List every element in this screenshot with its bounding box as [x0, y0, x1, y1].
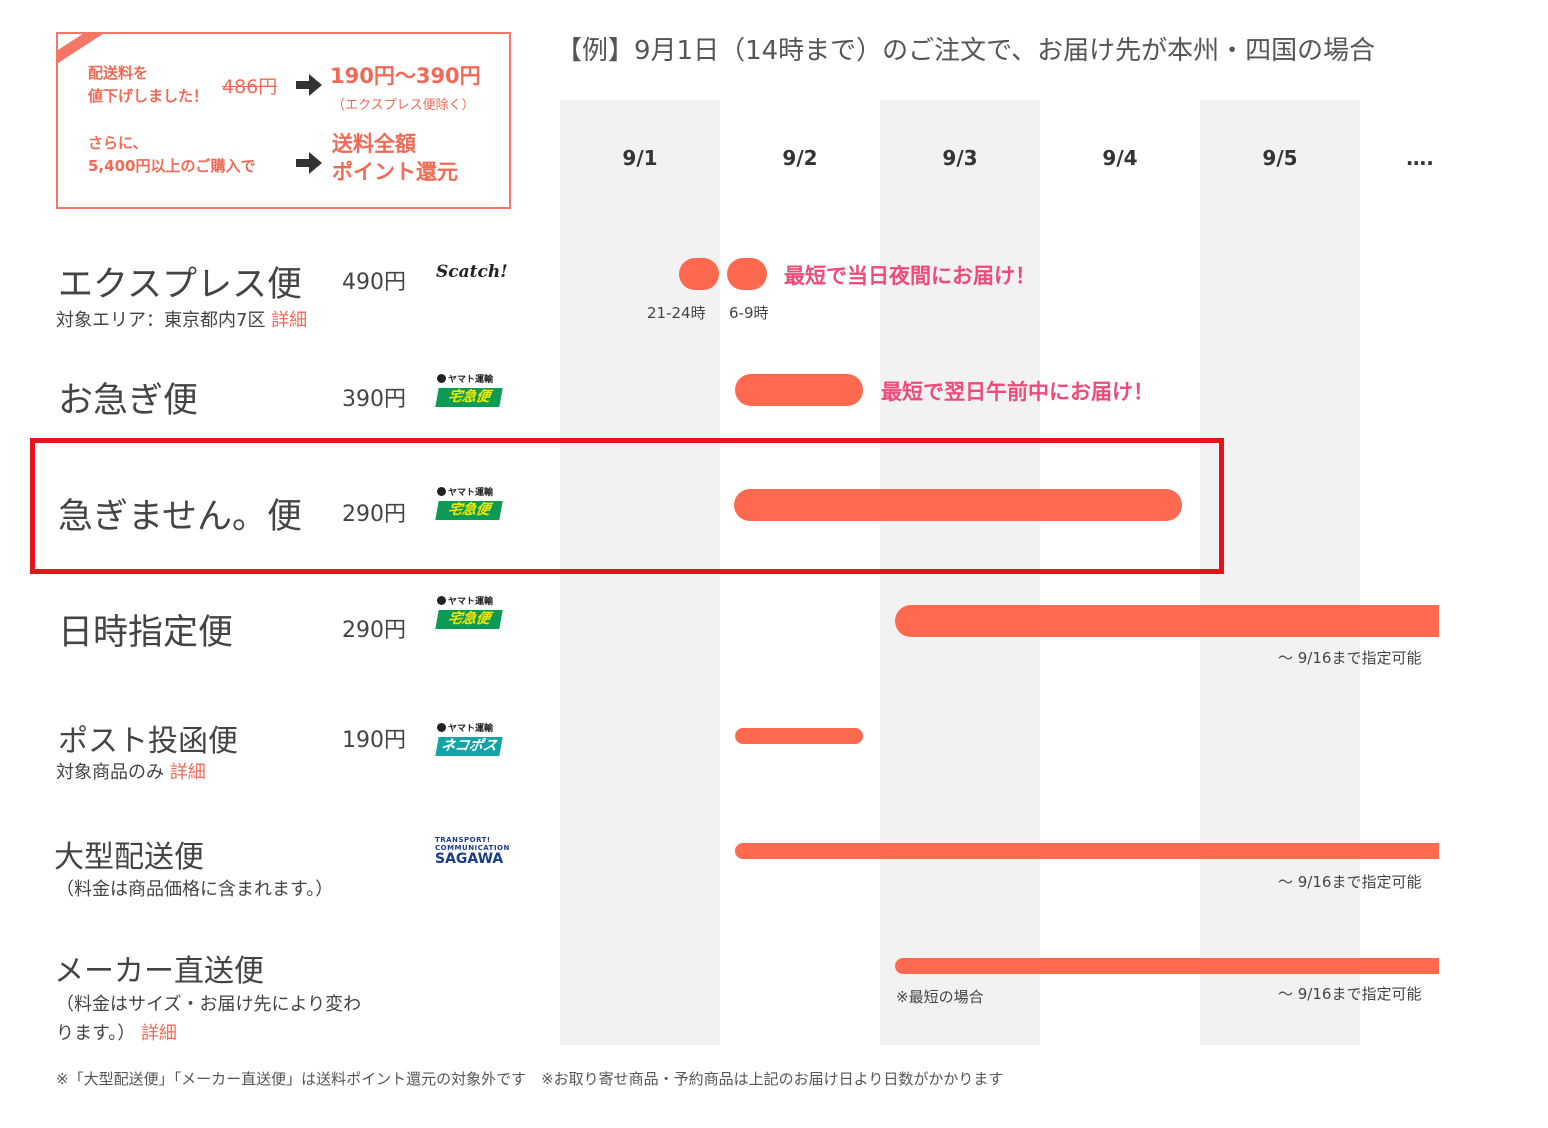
isogi-label: 最短で翌日午前中にお届け！: [881, 380, 1154, 404]
yamato-takkyubin-logo: ヤマト運輸 宅急便: [435, 374, 503, 410]
date-header: ….: [1406, 146, 1434, 170]
price-isogi: 390円: [342, 387, 406, 412]
promo-point-text: さらに、 5,400円以上のご購入で: [88, 132, 255, 179]
new-price: 190円〜390円: [330, 64, 481, 88]
yamato-nekopos-logo: ヤマト運輸 ネコポス: [435, 723, 503, 759]
method-nichiji: 日時指定便: [58, 613, 234, 653]
express-time-night: 21-24時: [647, 304, 706, 322]
ogata-bar: [735, 843, 1439, 859]
maker-sub-line1: （料金はサイズ・お届け先により変わ: [56, 994, 362, 1015]
kuroneko-icon: [437, 596, 446, 605]
express-sub: 対象エリア：東京都内7区 詳細: [56, 306, 307, 332]
promo-line2b: 5,400円以上のご購入で: [88, 157, 256, 176]
express-label: 最短で当日夜間にお届け！: [784, 264, 1036, 288]
nekopos-text: ネコポス: [435, 737, 503, 756]
promo-line1a: 配送料を: [88, 64, 149, 82]
footnote: ※「大型配送便」「メーカー直送便」は送料ポイント還元の対象外です ※お取り寄せ商…: [56, 1070, 1004, 1088]
benefit-line-b: ポイント還元: [332, 160, 458, 185]
benefit-line-a: 送料全額: [332, 132, 416, 156]
maker-note-left: ※最短の場合: [896, 988, 984, 1006]
isogi-bar: [735, 374, 863, 406]
old-price: 486円: [222, 76, 278, 98]
scatch-logo: Scatch!: [436, 262, 508, 282]
post-detail-link[interactable]: 詳細: [170, 762, 206, 783]
example-title: 【例】9月1日（14時まで）のご注文で、お届け先が本州・四国の場合: [556, 36, 1376, 66]
arrow-right-icon: [296, 152, 322, 174]
yamato-text: ヤマト運輸: [448, 375, 494, 385]
nichiji-bar: [895, 605, 1439, 637]
maker-bar: [895, 958, 1439, 974]
post-bar: [735, 728, 863, 744]
sagawa-text: SAGAWA: [435, 851, 504, 867]
price-post: 190円: [342, 728, 406, 753]
price-express: 490円: [342, 270, 406, 295]
price-nichiji: 290円: [342, 618, 406, 643]
maker-note: 〜 9/16まで指定可能: [1278, 985, 1422, 1003]
sagawa-logo: TRANSPORT! COMMUNICATION SAGAWA: [435, 836, 510, 867]
yamato-text: ヤマト運輸: [448, 597, 494, 607]
date-header: 9/4: [1102, 146, 1138, 170]
date-header: 9/5: [1262, 146, 1298, 170]
nichiji-note: 〜 9/16まで指定可能: [1278, 649, 1422, 667]
express-area-text: 対象エリア：東京都内7区: [56, 310, 266, 331]
method-maker: メーカー直送便: [54, 954, 264, 989]
express-bar-night: [679, 258, 719, 290]
ogata-note: 〜 9/16まで指定可能: [1278, 873, 1422, 891]
date-header: 9/3: [942, 146, 978, 170]
method-post: ポスト投函便: [58, 724, 238, 759]
post-target-text: 対象商品のみ: [56, 762, 164, 783]
method-ogata: 大型配送便: [54, 840, 204, 875]
express-detail-link[interactable]: 詳細: [271, 310, 307, 331]
ogata-sub: （料金は商品価格に含まれます。）: [56, 879, 334, 900]
kuroneko-icon: [437, 723, 446, 732]
highlight-frame: [30, 438, 1224, 574]
promo-line1b: 値下げしました！: [88, 87, 209, 106]
yamato-text: ヤマト運輸: [448, 724, 494, 734]
date-header: 9/2: [782, 146, 818, 170]
express-time-morning: 6-9時: [729, 304, 769, 322]
promo-line2a: さらに、: [88, 134, 148, 152]
date-header: 9/1: [622, 146, 658, 170]
kuroneko-icon: [437, 374, 446, 383]
takkyubin-text: 宅急便: [435, 610, 503, 629]
maker-sub-line2-text: ります。）: [56, 1023, 136, 1044]
maker-sub-line2: ります。） 詳細: [56, 1019, 177, 1045]
promo-benefit: 送料全額 ポイント還元: [332, 130, 458, 187]
arrow-right-icon: [296, 74, 322, 96]
post-sub: 対象商品のみ 詳細: [56, 758, 206, 784]
yamato-takkyubin-logo: ヤマト運輸 宅急便: [435, 596, 503, 632]
express-bar-morning: [727, 258, 767, 290]
new-price-note: （エクスプレス便除く）: [332, 98, 475, 113]
method-isogi: お急ぎ便: [58, 381, 199, 421]
promo-box: 配送料を 値下げしました！ 486円 190円〜390円 （エクスプレス便除く）…: [56, 32, 511, 209]
takkyubin-text: 宅急便: [435, 388, 503, 407]
promo-discount-text: 配送料を 値下げしました！: [88, 62, 208, 109]
sagawa-tagline: TRANSPORT! COMMUNICATION: [435, 836, 510, 852]
maker-detail-link[interactable]: 詳細: [141, 1023, 177, 1044]
method-express: エクスプレス便: [58, 265, 302, 305]
calendar-stripe-9-5: [1200, 100, 1360, 1045]
